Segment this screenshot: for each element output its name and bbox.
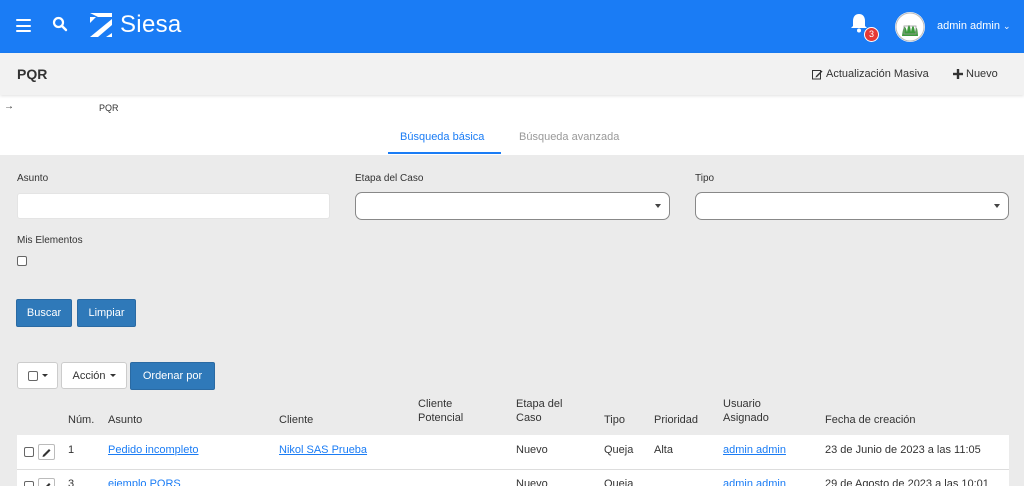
row-subject-link[interactable]: ejemplo PQRS bbox=[108, 478, 181, 486]
row-stage: Nuevo bbox=[516, 478, 548, 486]
search-tabs: Búsqueda básica Búsqueda avanzada bbox=[0, 125, 1024, 155]
user-menu[interactable]: admin admin ⌄ bbox=[937, 20, 1011, 32]
my-items-checkbox[interactable] bbox=[17, 256, 27, 266]
user-name: admin admin bbox=[937, 20, 1000, 32]
header-assigned-user[interactable]: Usuario Asignado bbox=[723, 397, 769, 425]
filter-panel: Asunto Etapa del Caso Tipo Mis Elementos… bbox=[0, 155, 1024, 486]
header-priority[interactable]: Prioridad bbox=[654, 413, 698, 427]
select-all-checkbox[interactable] bbox=[27, 370, 38, 381]
row-type: Queja bbox=[604, 444, 634, 456]
row-checkbox[interactable] bbox=[24, 481, 34, 486]
header-stage-line1: Etapa del bbox=[516, 398, 563, 410]
pencil-icon bbox=[42, 449, 51, 457]
my-items-label: Mis Elementos bbox=[17, 235, 83, 246]
row-edit-button[interactable] bbox=[38, 444, 55, 460]
row-checkbox[interactable] bbox=[24, 447, 34, 457]
sort-button[interactable]: Ordenar por bbox=[130, 362, 215, 390]
brand-name: Siesa bbox=[120, 11, 182, 38]
header-type[interactable]: Tipo bbox=[604, 413, 625, 427]
breadcrumb-arrow-icon[interactable]: → bbox=[4, 101, 14, 112]
type-select[interactable] bbox=[695, 192, 1009, 220]
bulk-update-button[interactable]: Actualización Masiva bbox=[812, 68, 929, 80]
top-navbar: Siesa 3 admin admin ⌄ bbox=[0, 0, 1024, 53]
header-created[interactable]: Fecha de creación bbox=[825, 413, 916, 427]
header-assigned-line1: Usuario bbox=[723, 398, 761, 410]
row-priority: Alta bbox=[654, 444, 673, 456]
row-num: 1 bbox=[68, 444, 75, 456]
tab-advanced-search[interactable]: Búsqueda avanzada bbox=[519, 131, 619, 143]
row-subject-link[interactable]: Pedido incompleto bbox=[108, 444, 199, 456]
brand-logo[interactable]: Siesa bbox=[88, 11, 182, 39]
new-label: Nuevo bbox=[966, 68, 998, 80]
bulk-update-label: Actualización Masiva bbox=[826, 68, 929, 80]
header-potential-client[interactable]: Cliente Potencial bbox=[418, 397, 463, 425]
stage-select[interactable] bbox=[355, 192, 670, 220]
header-stage[interactable]: Etapa del Caso bbox=[516, 397, 562, 425]
clear-button[interactable]: Limpiar bbox=[77, 299, 136, 327]
header-stage-line2: Caso bbox=[516, 412, 542, 424]
row-client-link[interactable]: Nikol SAS Prueba bbox=[279, 444, 367, 456]
results-table: 1 Pedido incompleto Nikol SAS Prueba Nue… bbox=[17, 435, 1009, 486]
action-dropdown[interactable]: Acción bbox=[61, 362, 127, 389]
subject-input[interactable] bbox=[17, 193, 330, 219]
header-client[interactable]: Cliente bbox=[279, 413, 313, 427]
row-created: 23 de Junio de 2023 a las 11:05 bbox=[825, 444, 981, 456]
header-potential-client-line1: Cliente bbox=[418, 398, 453, 410]
plus-icon bbox=[953, 69, 963, 79]
tab-basic-search[interactable]: Búsqueda básica bbox=[400, 131, 484, 143]
pencil-icon bbox=[46, 483, 51, 486]
row-assigned-link[interactable]: admin admin bbox=[723, 478, 786, 486]
row-created: 29 de Agosto de 2023 a las 10:01 bbox=[825, 478, 989, 486]
header-num[interactable]: Núm. bbox=[68, 413, 94, 427]
chevron-down-icon: ⌄ bbox=[1003, 21, 1011, 31]
subject-label: Asunto bbox=[17, 173, 49, 184]
caret-down-icon bbox=[655, 204, 661, 208]
action-label: Acción bbox=[72, 369, 106, 382]
search-button[interactable]: Buscar bbox=[16, 299, 72, 327]
type-label: Tipo bbox=[695, 173, 715, 184]
avatar[interactable] bbox=[895, 12, 925, 42]
siesa-logo-icon bbox=[90, 13, 112, 37]
stage-label: Etapa del Caso bbox=[355, 173, 424, 184]
breadcrumb: PQR bbox=[99, 103, 119, 113]
row-num: 3 bbox=[68, 478, 75, 486]
page-title: PQR bbox=[17, 66, 48, 82]
caret-down-icon bbox=[109, 374, 116, 377]
select-all-dropdown[interactable] bbox=[17, 362, 58, 389]
page-header: PQR Actualización Masiva Nuevo bbox=[0, 53, 1024, 95]
row-type: Queja bbox=[604, 478, 634, 486]
header-subject[interactable]: Asunto bbox=[108, 413, 142, 427]
row-divider bbox=[17, 469, 1009, 470]
notification-badge: 3 bbox=[864, 27, 879, 42]
row-edit-button[interactable] bbox=[38, 478, 55, 486]
header-assigned-line2: Asignado bbox=[723, 412, 769, 424]
new-button[interactable]: Nuevo bbox=[953, 68, 998, 80]
active-tab-indicator bbox=[388, 152, 501, 154]
row-stage: Nuevo bbox=[516, 444, 548, 456]
row-assigned-link[interactable]: admin admin bbox=[723, 444, 786, 456]
caret-down-icon bbox=[41, 374, 48, 377]
caret-down-icon bbox=[994, 204, 1000, 208]
header-potential-client-line2: Potencial bbox=[418, 412, 464, 424]
menu-icon[interactable] bbox=[16, 19, 31, 32]
edit-icon bbox=[812, 69, 823, 79]
search-icon[interactable] bbox=[52, 16, 68, 35]
